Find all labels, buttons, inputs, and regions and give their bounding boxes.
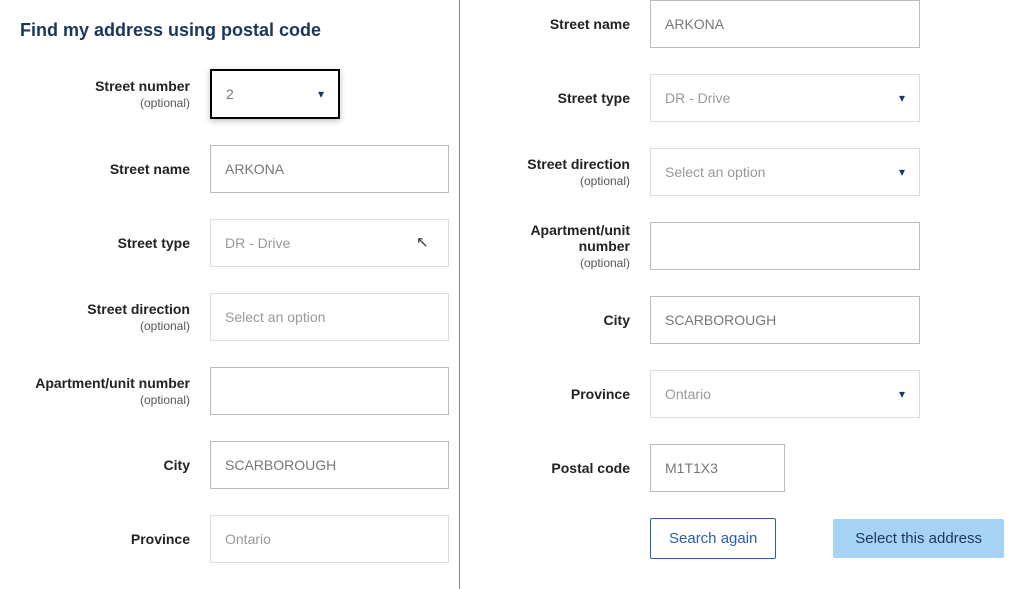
- unit-optional-r: (optional): [480, 256, 630, 270]
- street-name-input-r[interactable]: ARKONA: [650, 0, 920, 48]
- chevron-down-icon: ▾: [899, 387, 905, 401]
- street-type-label-r: Street type: [480, 90, 630, 106]
- select-address-button[interactable]: Select this address: [833, 519, 1004, 558]
- street-direction-label: Street direction: [20, 301, 190, 317]
- province-select[interactable]: Ontario: [210, 515, 449, 563]
- street-number-optional: (optional): [20, 96, 190, 110]
- street-type-label: Street type: [20, 235, 190, 251]
- street-direction-optional: (optional): [20, 319, 190, 333]
- postal-input[interactable]: M1T1X3: [650, 444, 785, 492]
- street-name-label-r: Street name: [480, 16, 630, 32]
- street-number-select[interactable]: 2 ▾: [210, 69, 340, 119]
- street-type-select[interactable]: DR - Drive: [210, 219, 449, 267]
- chevron-down-icon: ▾: [318, 87, 324, 101]
- left-panel: Find my address using postal code Street…: [0, 0, 460, 589]
- right-panel: Street name ARKONA Street type DR - Driv…: [460, 0, 1024, 589]
- city-input[interactable]: SCARBOROUGH: [210, 441, 449, 489]
- street-direction-select[interactable]: Select an option: [210, 293, 449, 341]
- street-direction-optional-r: (optional): [480, 174, 630, 188]
- chevron-down-icon: ▾: [899, 165, 905, 179]
- unit-input-r[interactable]: [650, 222, 920, 270]
- province-label-r: Province: [480, 386, 630, 402]
- province-select-r[interactable]: Ontario ▾: [650, 370, 920, 418]
- chevron-down-icon: ▾: [899, 91, 905, 105]
- city-label-r: City: [480, 312, 630, 328]
- street-name-label: Street name: [20, 161, 190, 177]
- street-direction-label-r: Street direction: [480, 156, 630, 172]
- page-title: Find my address using postal code: [20, 20, 449, 41]
- unit-label: Apartment/unit number: [20, 375, 190, 391]
- unit-label-r: Apartment/unit number: [480, 222, 630, 254]
- city-label: City: [20, 457, 190, 473]
- street-name-input[interactable]: ARKONA: [210, 145, 449, 193]
- street-number-value: 2: [226, 86, 234, 102]
- street-number-label: Street number: [20, 78, 190, 94]
- postal-label: Postal code: [480, 460, 630, 476]
- street-type-select-r[interactable]: DR - Drive ▾: [650, 74, 920, 122]
- city-input-r[interactable]: SCARBOROUGH: [650, 296, 920, 344]
- street-direction-select-r[interactable]: Select an option ▾: [650, 148, 920, 196]
- unit-optional: (optional): [20, 393, 190, 407]
- province-label: Province: [20, 531, 190, 547]
- unit-input[interactable]: [210, 367, 449, 415]
- search-again-button[interactable]: Search again: [650, 518, 776, 559]
